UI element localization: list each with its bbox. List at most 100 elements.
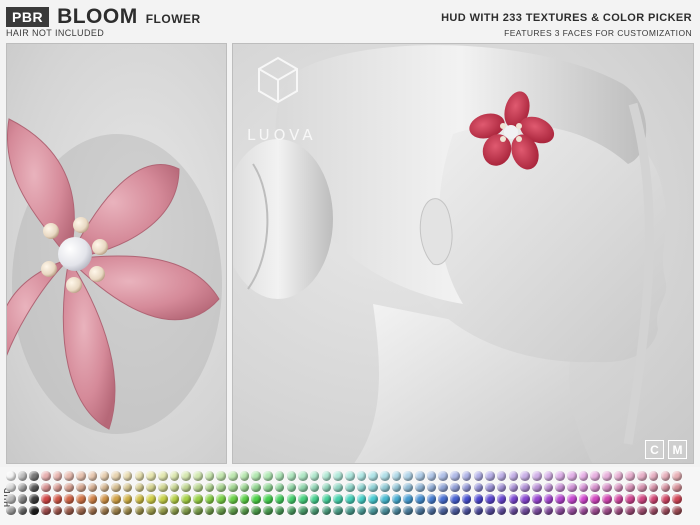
color-swatch[interactable] xyxy=(672,482,682,493)
color-swatch[interactable] xyxy=(473,494,484,504)
color-swatch[interactable] xyxy=(496,494,507,504)
color-swatch[interactable] xyxy=(216,471,226,481)
color-swatch[interactable] xyxy=(298,494,308,504)
color-swatch[interactable] xyxy=(403,494,413,504)
color-swatch[interactable] xyxy=(602,482,612,493)
color-swatch[interactable] xyxy=(403,505,413,516)
color-swatch[interactable] xyxy=(672,471,682,481)
color-swatch[interactable] xyxy=(321,505,332,516)
color-swatch[interactable] xyxy=(122,494,133,504)
color-swatch[interactable] xyxy=(216,505,226,516)
color-swatch[interactable] xyxy=(76,471,86,481)
color-swatch[interactable] xyxy=(64,494,75,504)
color-swatch[interactable] xyxy=(274,482,285,493)
color-swatch[interactable] xyxy=(415,471,425,481)
color-swatch[interactable] xyxy=(122,505,133,516)
color-swatch[interactable] xyxy=(567,482,577,493)
color-swatch[interactable] xyxy=(251,482,262,493)
color-swatch[interactable] xyxy=(531,494,542,504)
color-swatch[interactable] xyxy=(228,505,238,516)
color-swatch[interactable] xyxy=(76,482,86,493)
color-swatch[interactable] xyxy=(567,505,577,516)
color-swatch[interactable] xyxy=(555,505,565,516)
color-swatch[interactable] xyxy=(531,471,542,481)
color-swatch[interactable] xyxy=(181,482,191,493)
color-swatch[interactable] xyxy=(134,505,145,516)
color-swatch[interactable] xyxy=(64,505,75,516)
color-swatch[interactable] xyxy=(602,471,612,481)
color-swatch[interactable] xyxy=(426,494,437,504)
color-swatch[interactable] xyxy=(87,471,98,481)
color-swatch[interactable] xyxy=(204,494,215,504)
color-swatch[interactable] xyxy=(122,482,133,493)
color-swatch[interactable] xyxy=(578,471,589,481)
color-swatch[interactable] xyxy=(157,505,168,516)
color-swatch[interactable] xyxy=(625,482,636,493)
color-swatch[interactable] xyxy=(485,505,495,516)
color-swatch[interactable] xyxy=(648,494,659,504)
color-swatch[interactable] xyxy=(485,482,495,493)
color-swatch[interactable] xyxy=(169,505,180,516)
color-swatch[interactable] xyxy=(87,505,98,516)
color-swatch[interactable] xyxy=(496,505,507,516)
color-swatch[interactable] xyxy=(298,471,308,481)
color-swatch[interactable] xyxy=(625,471,636,481)
material-mode-button[interactable]: M xyxy=(668,440,687,459)
color-swatch[interactable] xyxy=(415,505,425,516)
color-swatch[interactable] xyxy=(555,494,565,504)
color-swatch[interactable] xyxy=(380,505,390,516)
color-swatch[interactable] xyxy=(274,471,285,481)
color-swatch[interactable] xyxy=(660,471,671,481)
color-swatch[interactable] xyxy=(391,471,402,481)
color-swatch[interactable] xyxy=(380,494,390,504)
color-swatch[interactable] xyxy=(438,505,449,516)
color-swatch[interactable] xyxy=(543,471,554,481)
color-swatch[interactable] xyxy=(648,471,659,481)
color-swatch[interactable] xyxy=(648,482,659,493)
color-swatch[interactable] xyxy=(76,505,86,516)
color-swatch[interactable] xyxy=(286,482,297,493)
color-swatch[interactable] xyxy=(274,505,285,516)
color-swatch[interactable] xyxy=(228,471,238,481)
color-swatch[interactable] xyxy=(263,471,273,481)
color-swatch[interactable] xyxy=(660,494,671,504)
color-swatch[interactable] xyxy=(531,505,542,516)
color-swatch[interactable] xyxy=(193,482,203,493)
color-swatch[interactable] xyxy=(672,494,682,504)
color-swatch[interactable] xyxy=(111,494,121,504)
color-swatch[interactable] xyxy=(52,505,63,516)
color-swatch[interactable] xyxy=(321,471,332,481)
color-swatch[interactable] xyxy=(450,505,460,516)
color-swatch[interactable] xyxy=(64,482,75,493)
color-swatch[interactable] xyxy=(41,505,51,516)
color-swatch[interactable] xyxy=(403,471,413,481)
color-swatch[interactable] xyxy=(263,505,273,516)
color-swatch[interactable] xyxy=(438,494,449,504)
color-swatch[interactable] xyxy=(461,482,472,493)
color-swatch[interactable] xyxy=(146,494,156,504)
color-swatch[interactable] xyxy=(520,505,530,516)
color-swatch[interactable] xyxy=(87,482,98,493)
color-swatch[interactable] xyxy=(344,482,355,493)
color-swatch[interactable] xyxy=(228,494,238,504)
color-swatch[interactable] xyxy=(122,471,133,481)
color-swatch[interactable] xyxy=(555,471,565,481)
color-swatch[interactable] xyxy=(403,482,413,493)
color-swatch[interactable] xyxy=(590,482,600,493)
color-swatch[interactable] xyxy=(344,494,355,504)
color-swatch[interactable] xyxy=(99,494,110,504)
color-swatch[interactable] xyxy=(263,494,273,504)
color-swatch[interactable] xyxy=(228,482,238,493)
color-swatch[interactable] xyxy=(426,505,437,516)
color-swatch[interactable] xyxy=(111,482,121,493)
color-swatch[interactable] xyxy=(181,471,191,481)
color-swatch[interactable] xyxy=(344,471,355,481)
color-swatch[interactable] xyxy=(216,482,226,493)
color-swatch[interactable] xyxy=(356,471,367,481)
color-swatch[interactable] xyxy=(602,494,612,504)
color-swatch[interactable] xyxy=(146,482,156,493)
color-swatch[interactable] xyxy=(461,494,472,504)
color-swatch[interactable] xyxy=(6,482,16,493)
color-swatch[interactable] xyxy=(52,494,63,504)
color-swatch[interactable] xyxy=(344,505,355,516)
